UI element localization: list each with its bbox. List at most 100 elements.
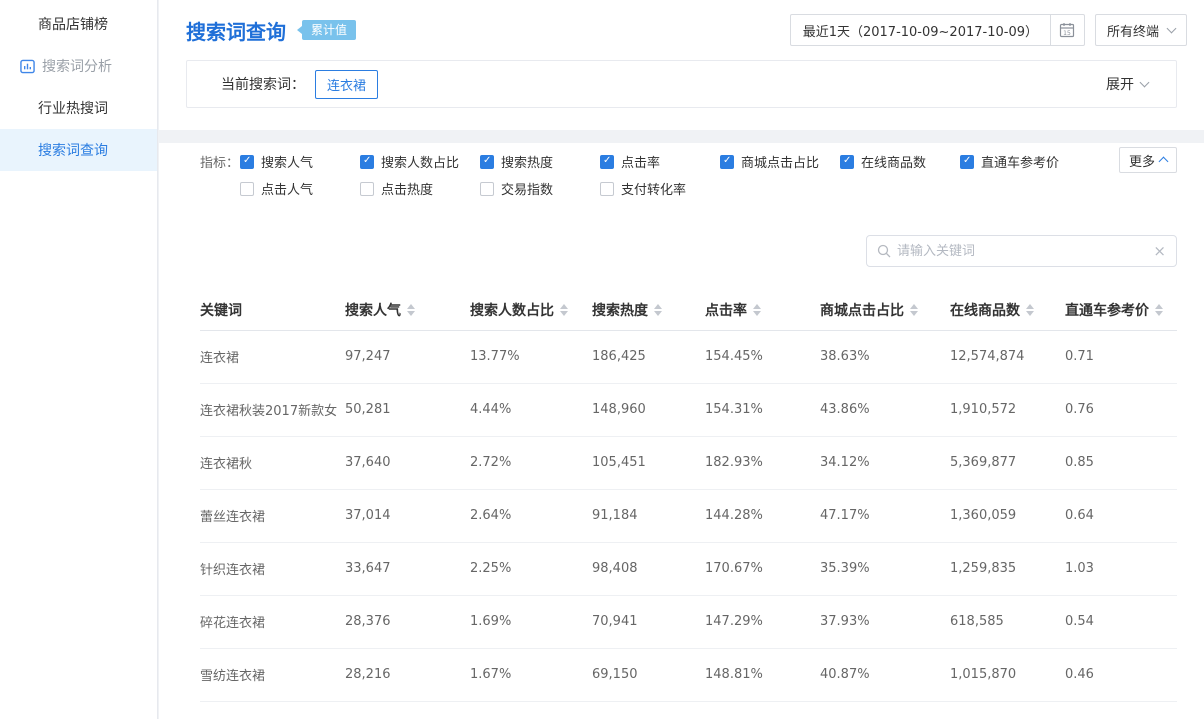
terminal-select[interactable]: 所有终端 <box>1095 14 1187 46</box>
metric-checkbox-search-heat[interactable]: 搜索热度 <box>480 152 600 171</box>
sort-icon[interactable] <box>910 304 918 316</box>
cell-mall-click-ratio: 35.39% <box>820 542 950 595</box>
sidebar-item-label: 商品店铺榜 <box>38 14 108 34</box>
col-header-search-popularity[interactable]: 搜索人气 <box>345 290 470 330</box>
col-header-search-heat[interactable]: 搜索热度 <box>592 290 705 330</box>
sidebar-item-industry-hot-words[interactable]: 行业热搜词 <box>0 87 157 129</box>
date-range-picker[interactable]: 最近1天（2017-10-09~2017-10-09） 15 <box>790 14 1085 46</box>
cell-search-user-ratio: 2.25% <box>470 542 592 595</box>
page-title: 搜索词查询 <box>186 16 286 45</box>
cell-ztc-reference-price: 0.76 <box>1065 383 1177 436</box>
search-input[interactable] <box>867 236 1176 266</box>
cell-click-rate: 148.81% <box>705 648 820 701</box>
cell-search-user-ratio: 2.72% <box>470 436 592 489</box>
cell-click-rate: 182.93% <box>705 436 820 489</box>
cell-online-products: 1,360,059 <box>950 489 1065 542</box>
sidebar-item-search-word-query[interactable]: 搜索词查询 <box>0 129 157 171</box>
cell-online-products: 618,585 <box>950 595 1065 648</box>
current-keyword-chip[interactable]: 连衣裙 <box>315 70 378 99</box>
metric-label: 搜索人数占比 <box>381 152 459 171</box>
metric-checkbox-online-products[interactable]: 在线商品数 <box>840 152 960 171</box>
expand-toggle[interactable]: 展开 <box>1106 74 1148 94</box>
col-header-label: 在线商品数 <box>950 300 1020 320</box>
cell-online-products: 5,369,877 <box>950 436 1065 489</box>
date-range-text: 最近1天（2017-10-09~2017-10-09） <box>791 15 1050 45</box>
table-row: 连衣裙 97,247 13.77% 186,425 154.45% 38.63%… <box>200 330 1177 383</box>
metric-label: 点击人气 <box>261 179 313 198</box>
cell-ztc-reference-price: 0.46 <box>1065 648 1177 701</box>
cell-mall-click-ratio: 37.93% <box>820 595 950 648</box>
metric-checkbox-click-popularity[interactable]: 点击人气 <box>240 179 360 198</box>
sort-icon[interactable] <box>654 304 662 316</box>
svg-text:15: 15 <box>1064 30 1072 37</box>
cell-search-user-ratio: 13.77% <box>470 330 592 383</box>
cell-online-products: 12,574,874 <box>950 330 1065 383</box>
cumulative-value-badge: 累计值 <box>302 20 356 40</box>
header: 搜索词查询 累计值 最近1天（2017-10-09~2017-10-09） 15… <box>159 0 1204 130</box>
expand-label: 展开 <box>1106 74 1134 94</box>
col-header-label: 点击率 <box>705 300 747 320</box>
metric-checkbox-click-rate[interactable]: 点击率 <box>600 152 720 171</box>
sort-icon[interactable] <box>560 304 568 316</box>
chevron-down-icon <box>1167 24 1177 34</box>
sidebar-item-product-shop-ranking[interactable]: 商品店铺榜 <box>0 3 157 45</box>
cell-search-heat: 98,408 <box>592 542 705 595</box>
checkbox-checked-icon <box>360 155 374 169</box>
col-header-search-user-ratio[interactable]: 搜索人数占比 <box>470 290 592 330</box>
cell-ztc-reference-price: 0.64 <box>1065 489 1177 542</box>
cell-search-heat: 69,150 <box>592 648 705 701</box>
metric-checkbox-pay-conversion[interactable]: 支付转化率 <box>600 179 720 198</box>
sort-icon[interactable] <box>1155 304 1163 316</box>
metric-checkbox-trade-index[interactable]: 交易指数 <box>480 179 600 198</box>
bar-chart-icon <box>20 59 35 74</box>
sidebar: 商品店铺榜 搜索词分析 行业热搜词 搜索词查询 <box>0 0 158 719</box>
cell-search-popularity: 50,281 <box>345 383 470 436</box>
metric-checkbox-ztc-reference-price[interactable]: 直通车参考价 <box>960 152 1080 171</box>
metric-checkbox-mall-click-ratio[interactable]: 商城点击占比 <box>720 152 840 171</box>
cell-search-heat: 91,184 <box>592 489 705 542</box>
keyword-link[interactable]: 雪纺连衣裙 <box>200 648 345 701</box>
keyword-link[interactable]: 蕾丝连衣裙 <box>200 489 345 542</box>
metric-label: 直通车参考价 <box>981 152 1059 171</box>
col-header-online-products[interactable]: 在线商品数 <box>950 290 1065 330</box>
metrics-label: 指标： <box>200 152 240 171</box>
metric-label: 搜索人气 <box>261 152 313 171</box>
keyword-link[interactable]: 针织连衣裙 <box>200 542 345 595</box>
table-row: 针织连衣裙 33,647 2.25% 98,408 170.67% 35.39%… <box>200 542 1177 595</box>
keyword-search-box: × <box>866 235 1177 267</box>
keyword-link[interactable]: 碎花连衣裙 <box>200 595 345 648</box>
clear-icon[interactable]: × <box>1153 242 1166 260</box>
metric-checkbox-search-popularity[interactable]: 搜索人气 <box>240 152 360 171</box>
col-header-label: 搜索热度 <box>592 300 648 320</box>
cell-mall-click-ratio: 43.86% <box>820 383 950 436</box>
metric-checkbox-search-user-ratio[interactable]: 搜索人数占比 <box>360 152 480 171</box>
cell-search-popularity: 37,014 <box>345 489 470 542</box>
col-header-label: 搜索人数占比 <box>470 300 554 320</box>
calendar-icon[interactable]: 15 <box>1050 15 1084 45</box>
keyword-link[interactable]: 连衣裙秋装2017新款女 <box>200 383 345 436</box>
cell-search-heat: 70,941 <box>592 595 705 648</box>
cell-ztc-reference-price: 1.03 <box>1065 542 1177 595</box>
col-header-ztc-reference-price[interactable]: 直通车参考价 <box>1065 290 1177 330</box>
sort-icon[interactable] <box>1026 304 1034 316</box>
sort-icon[interactable] <box>407 304 415 316</box>
col-header-label: 商城点击占比 <box>820 300 904 320</box>
cell-click-rate: 144.28% <box>705 489 820 542</box>
keyword-cell: 连衣裙 <box>200 330 345 383</box>
metric-checkbox-click-heat[interactable]: 点击热度 <box>360 179 480 198</box>
keyword-link[interactable]: 连衣裙秋 <box>200 436 345 489</box>
search-icon <box>877 244 891 258</box>
metrics-section: 指标： 搜索人气 搜索人数占比 搜索热度 点击率 商城点击占比 在线商品数 直通… <box>200 148 1177 202</box>
sort-icon[interactable] <box>753 304 761 316</box>
sidebar-item-label: 搜索词查询 <box>38 140 108 160</box>
current-search-filter: 当前搜索词： 连衣裙 展开 <box>186 60 1177 108</box>
cell-search-popularity: 28,216 <box>345 648 470 701</box>
checkbox-checked-icon <box>960 155 974 169</box>
col-header-label: 直通车参考价 <box>1065 300 1149 320</box>
sidebar-item-search-word-analysis[interactable]: 搜索词分析 <box>0 45 157 87</box>
col-header-mall-click-ratio[interactable]: 商城点击占比 <box>820 290 950 330</box>
metric-label: 在线商品数 <box>861 152 926 171</box>
checkbox-checked-icon <box>480 155 494 169</box>
col-header-click-rate[interactable]: 点击率 <box>705 290 820 330</box>
more-button[interactable]: 更多 <box>1119 147 1177 173</box>
